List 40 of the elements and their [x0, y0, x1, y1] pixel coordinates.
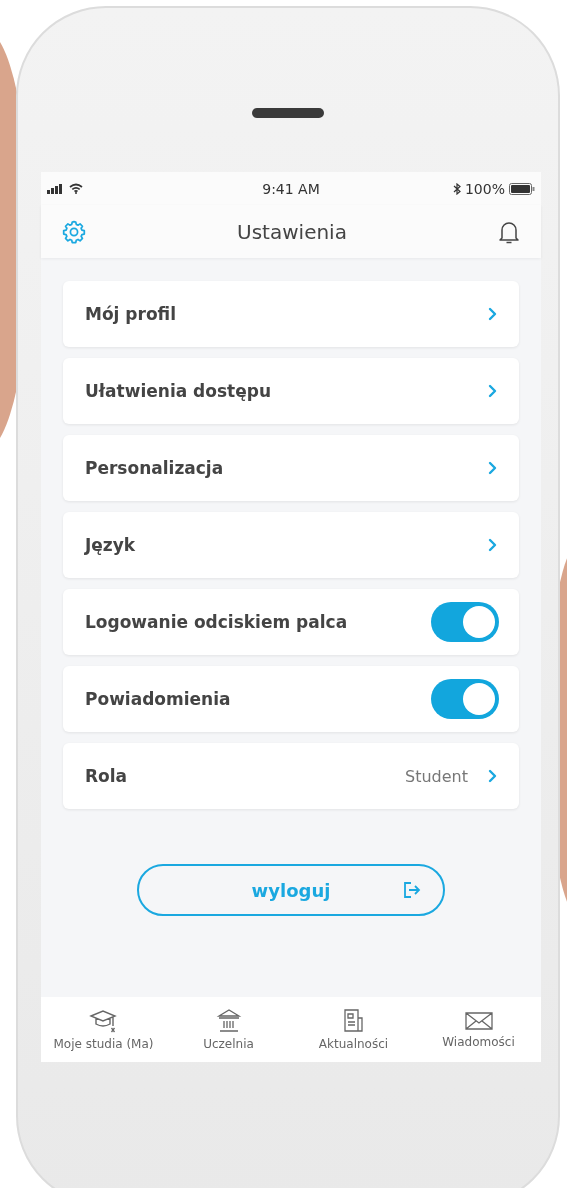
- tab-item[interactable]: Uczelnia: [166, 1008, 291, 1051]
- tab-item[interactable]: Aktualności: [291, 1008, 416, 1051]
- tab-item[interactable]: Moje studia (Ma): [41, 1008, 166, 1051]
- chevron-right-icon: [488, 384, 497, 398]
- setting-label: Powiadomienia: [85, 689, 231, 709]
- signal-icon: [47, 183, 65, 194]
- setting-label: Logowanie odciskiem palca: [85, 612, 348, 632]
- tab-item[interactable]: Wiadomości: [416, 1010, 541, 1049]
- graduation-cap-icon: [88, 1008, 119, 1034]
- settings-row[interactable]: Ułatwienia dostępu: [63, 358, 519, 424]
- wifi-icon: [69, 183, 83, 194]
- newspaper-icon: [341, 1008, 366, 1034]
- settings-row[interactable]: Mój profil: [63, 281, 519, 347]
- settings-icon[interactable]: [61, 218, 87, 245]
- settings-row[interactable]: Rola Student: [63, 743, 519, 809]
- setting-label: Rola: [85, 766, 128, 786]
- toggle-switch[interactable]: [431, 602, 499, 642]
- settings-row[interactable]: Powiadomienia: [63, 666, 519, 732]
- chevron-right-icon: [488, 769, 497, 783]
- bluetooth-icon: [452, 182, 461, 195]
- settings-row[interactable]: Logowanie odciskiem palca: [63, 589, 519, 655]
- setting-label: Mój profil: [85, 304, 176, 324]
- logout-icon: [403, 881, 421, 899]
- chevron-right-icon: [488, 538, 497, 552]
- envelope-icon: [463, 1010, 494, 1032]
- setting-label: Personalizacja: [85, 458, 224, 478]
- chevron-right-icon: [488, 307, 497, 321]
- status-time: 9:41 AM: [262, 180, 320, 197]
- building-columns-icon: [215, 1008, 242, 1034]
- chevron-right-icon: [488, 461, 497, 475]
- setting-value: Student: [405, 766, 468, 786]
- screen-title: Ustawienia: [237, 219, 347, 244]
- toggle-switch[interactable]: [431, 679, 499, 719]
- setting-label: Ułatwienia dostępu: [85, 381, 271, 401]
- battery-icon: [509, 182, 535, 195]
- setting-label: Język: [85, 535, 136, 555]
- speaker-slot: [252, 108, 324, 118]
- settings-row[interactable]: Personalizacja: [63, 435, 519, 501]
- battery-percent: 100%: [464, 180, 505, 197]
- settings-row[interactable]: Język: [63, 512, 519, 578]
